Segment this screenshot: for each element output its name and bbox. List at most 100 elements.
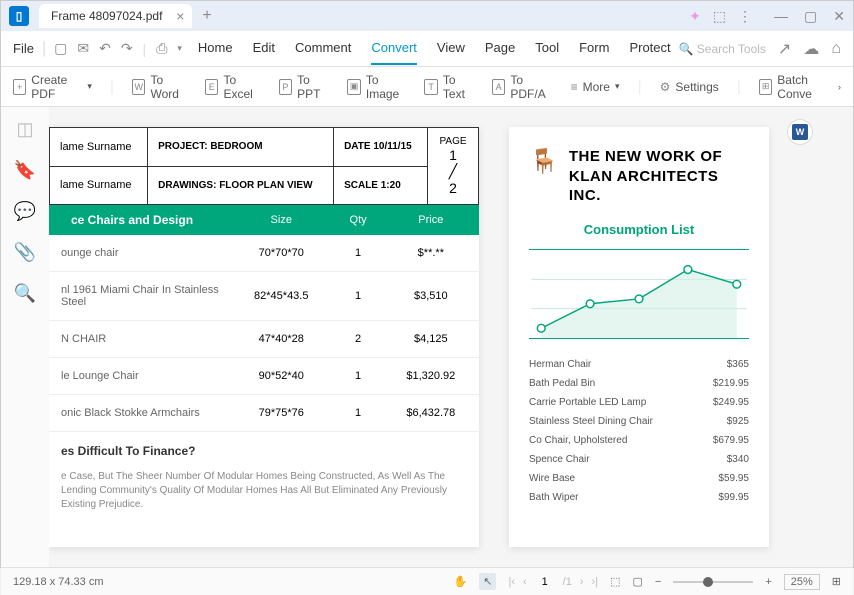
home-icon[interactable]: ⌂: [831, 40, 841, 58]
statusbar: 129.18 x 74.33 cm ✋ ↖ |‹ ‹ /1 › ›| ⬚ ▢ −…: [1, 567, 853, 595]
consumption-chart: [529, 249, 749, 339]
to-ppt-button[interactable]: PTo PPT: [279, 73, 330, 101]
print-dropdown-icon[interactable]: ▾: [177, 43, 182, 54]
left-sidebar: ◫ 🔖 💬 📎 🔍: [1, 107, 49, 567]
price-row: Co Chair, Upholstered$679.95: [529, 431, 749, 450]
export-icon[interactable]: ↗: [778, 39, 791, 59]
zoom-slider[interactable]: [673, 581, 753, 583]
settings-button[interactable]: ⚙Settings: [660, 80, 719, 94]
save-icon[interactable]: ▢: [54, 40, 67, 57]
price-list: Herman Chair$365Bath Pedal Bin$219.95Car…: [529, 355, 749, 507]
drawings-cell: DRAWINGS: FLOOR PLAN VIEW: [148, 166, 334, 205]
menu-tab-protect[interactable]: Protect: [629, 32, 670, 65]
cloud-icon[interactable]: ☁: [803, 39, 819, 59]
page-left: lame Surname PROJECT: BEDROOM DATE 10/11…: [49, 127, 479, 547]
chairs-header: ce Chairs and Design: [57, 205, 207, 235]
select-tool-icon[interactable]: ↖: [479, 573, 496, 590]
add-tab-button[interactable]: +: [202, 7, 211, 25]
zoom-out-icon[interactable]: −: [655, 576, 661, 588]
tab-label: Frame 48097024.pdf: [51, 9, 162, 23]
table-row: onic Black Stokke Armchairs79*75*761$6,4…: [49, 395, 479, 432]
scale-cell: SCALE 1:20: [334, 166, 428, 205]
first-page-icon[interactable]: |‹: [508, 576, 515, 588]
surname-cell: lame Surname: [50, 128, 148, 167]
to-word-button[interactable]: WTo Word: [132, 73, 187, 101]
price-row: Carrie Portable LED Lamp$249.95: [529, 393, 749, 412]
zoom-in-icon[interactable]: +: [765, 576, 771, 588]
print-icon[interactable]: ⎙: [156, 40, 167, 57]
document-viewport[interactable]: W lame Surname PROJECT: BEDROOM DATE 10/…: [49, 107, 853, 567]
comment-icon[interactable]: 💬: [14, 201, 36, 222]
hand-tool-icon[interactable]: ✋: [454, 575, 468, 588]
page-input[interactable]: [535, 576, 555, 588]
price-row: Bath Wiper$99.95: [529, 488, 749, 507]
finance-title: es Difficult To Finance?: [49, 432, 479, 470]
to-text-button[interactable]: TTo Text: [424, 73, 473, 101]
search-input[interactable]: 🔍 Search Tools: [678, 42, 765, 56]
price-header: Price: [383, 205, 479, 235]
menubar: File | ▢ ✉ ↶ ↷ | ⎙ ▾ HomeEditCommentConv…: [1, 31, 853, 67]
to-pdfa-button[interactable]: ATo PDF/A: [492, 73, 553, 101]
maximize-icon[interactable]: ▢: [804, 8, 817, 25]
size-header: Size: [229, 205, 334, 235]
page-cell: PAGE1╱2: [428, 128, 479, 205]
prev-page-icon[interactable]: ‹: [523, 576, 527, 588]
toolbar: +Create PDF▾ | WTo Word ETo Excel PTo PP…: [1, 67, 853, 107]
fit-page-icon[interactable]: ▢: [632, 575, 642, 588]
price-row: Herman Chair$365: [529, 355, 749, 374]
page-total: /1: [563, 576, 572, 588]
create-pdf-button[interactable]: +Create PDF▾: [13, 73, 92, 101]
close-window-icon[interactable]: ✕: [833, 8, 845, 25]
attachment-icon[interactable]: 📎: [14, 242, 36, 263]
share-icon[interactable]: ⬚: [713, 8, 726, 25]
undo-icon[interactable]: ↶: [99, 40, 111, 57]
more-button[interactable]: ≡More▾: [571, 80, 620, 94]
bookmark-icon[interactable]: 🔖: [14, 160, 36, 181]
page-right: 🪑 THE NEW WORK OFKLAN ARCHITECTS INC. Co…: [509, 127, 769, 547]
document-tab[interactable]: Frame 48097024.pdf ×: [39, 4, 192, 28]
search-sidebar-icon[interactable]: 🔍: [14, 283, 36, 304]
close-tab-icon[interactable]: ×: [176, 8, 184, 24]
table-row: le Lounge Chair90*52*401$1,320.92: [49, 358, 479, 395]
zoom-label[interactable]: 25%: [784, 574, 820, 590]
table-row: N CHAIR47*40*282$4,125: [49, 321, 479, 358]
finance-text: e Case, But The Sheer Number Of Modular …: [49, 470, 479, 512]
price-row: Stainless Steel Dining Chair$925: [529, 412, 749, 431]
price-row: Wire Base$59.95: [529, 469, 749, 488]
to-excel-button[interactable]: ETo Excel: [205, 73, 261, 101]
chair-icon: 🪑: [529, 147, 559, 176]
more-icon[interactable]: ⋮: [738, 8, 752, 25]
minimize-icon[interactable]: —: [774, 8, 788, 25]
menu-tab-page[interactable]: Page: [485, 32, 515, 65]
last-page-icon[interactable]: ›|: [592, 576, 599, 588]
surname-cell2: lame Surname: [50, 166, 148, 205]
menu-tab-form[interactable]: Form: [579, 32, 609, 65]
project-cell: PROJECT: BEDROOM: [148, 128, 334, 167]
menu-tab-comment[interactable]: Comment: [295, 32, 351, 65]
menu-tab-home[interactable]: Home: [198, 32, 233, 65]
menu-tab-view[interactable]: View: [437, 32, 465, 65]
dimensions-label: 129.18 x 74.33 cm: [13, 576, 104, 588]
file-menu[interactable]: File: [13, 41, 34, 56]
next-page-icon[interactable]: ›: [580, 576, 584, 588]
thumbnails-icon[interactable]: ◫: [16, 119, 33, 140]
price-row: Bath Pedal Bin$219.95: [529, 374, 749, 393]
batch-convert-button[interactable]: ⊞Batch Conve›: [759, 73, 841, 101]
to-image-button[interactable]: ▣To Image: [347, 73, 406, 101]
consumption-title: Consumption List: [529, 222, 749, 237]
fit-width-icon[interactable]: ⬚: [610, 575, 620, 588]
table-row: nl 1961 Miami Chair In Stainless Steel82…: [49, 272, 479, 321]
menu-tab-edit[interactable]: Edit: [253, 32, 275, 65]
titlebar: ▯ Frame 48097024.pdf × + ✦ ⬚ ⋮ — ▢ ✕: [1, 1, 853, 31]
app-icon: ▯: [9, 6, 29, 26]
redo-icon[interactable]: ↷: [121, 40, 133, 57]
menu-tab-tool[interactable]: Tool: [535, 32, 559, 65]
word-badge[interactable]: W: [787, 119, 813, 145]
table-row: ounge chair70*70*701$**.**: [49, 235, 479, 272]
menu-tab-convert[interactable]: Convert: [371, 32, 417, 65]
ai-icon[interactable]: ✦: [689, 8, 701, 25]
fullscreen-icon[interactable]: ⊞: [832, 575, 841, 588]
price-row: Spence Chair$340: [529, 450, 749, 469]
mail-icon[interactable]: ✉: [77, 40, 89, 57]
arch-title: THE NEW WORK OFKLAN ARCHITECTS INC.: [569, 147, 749, 206]
